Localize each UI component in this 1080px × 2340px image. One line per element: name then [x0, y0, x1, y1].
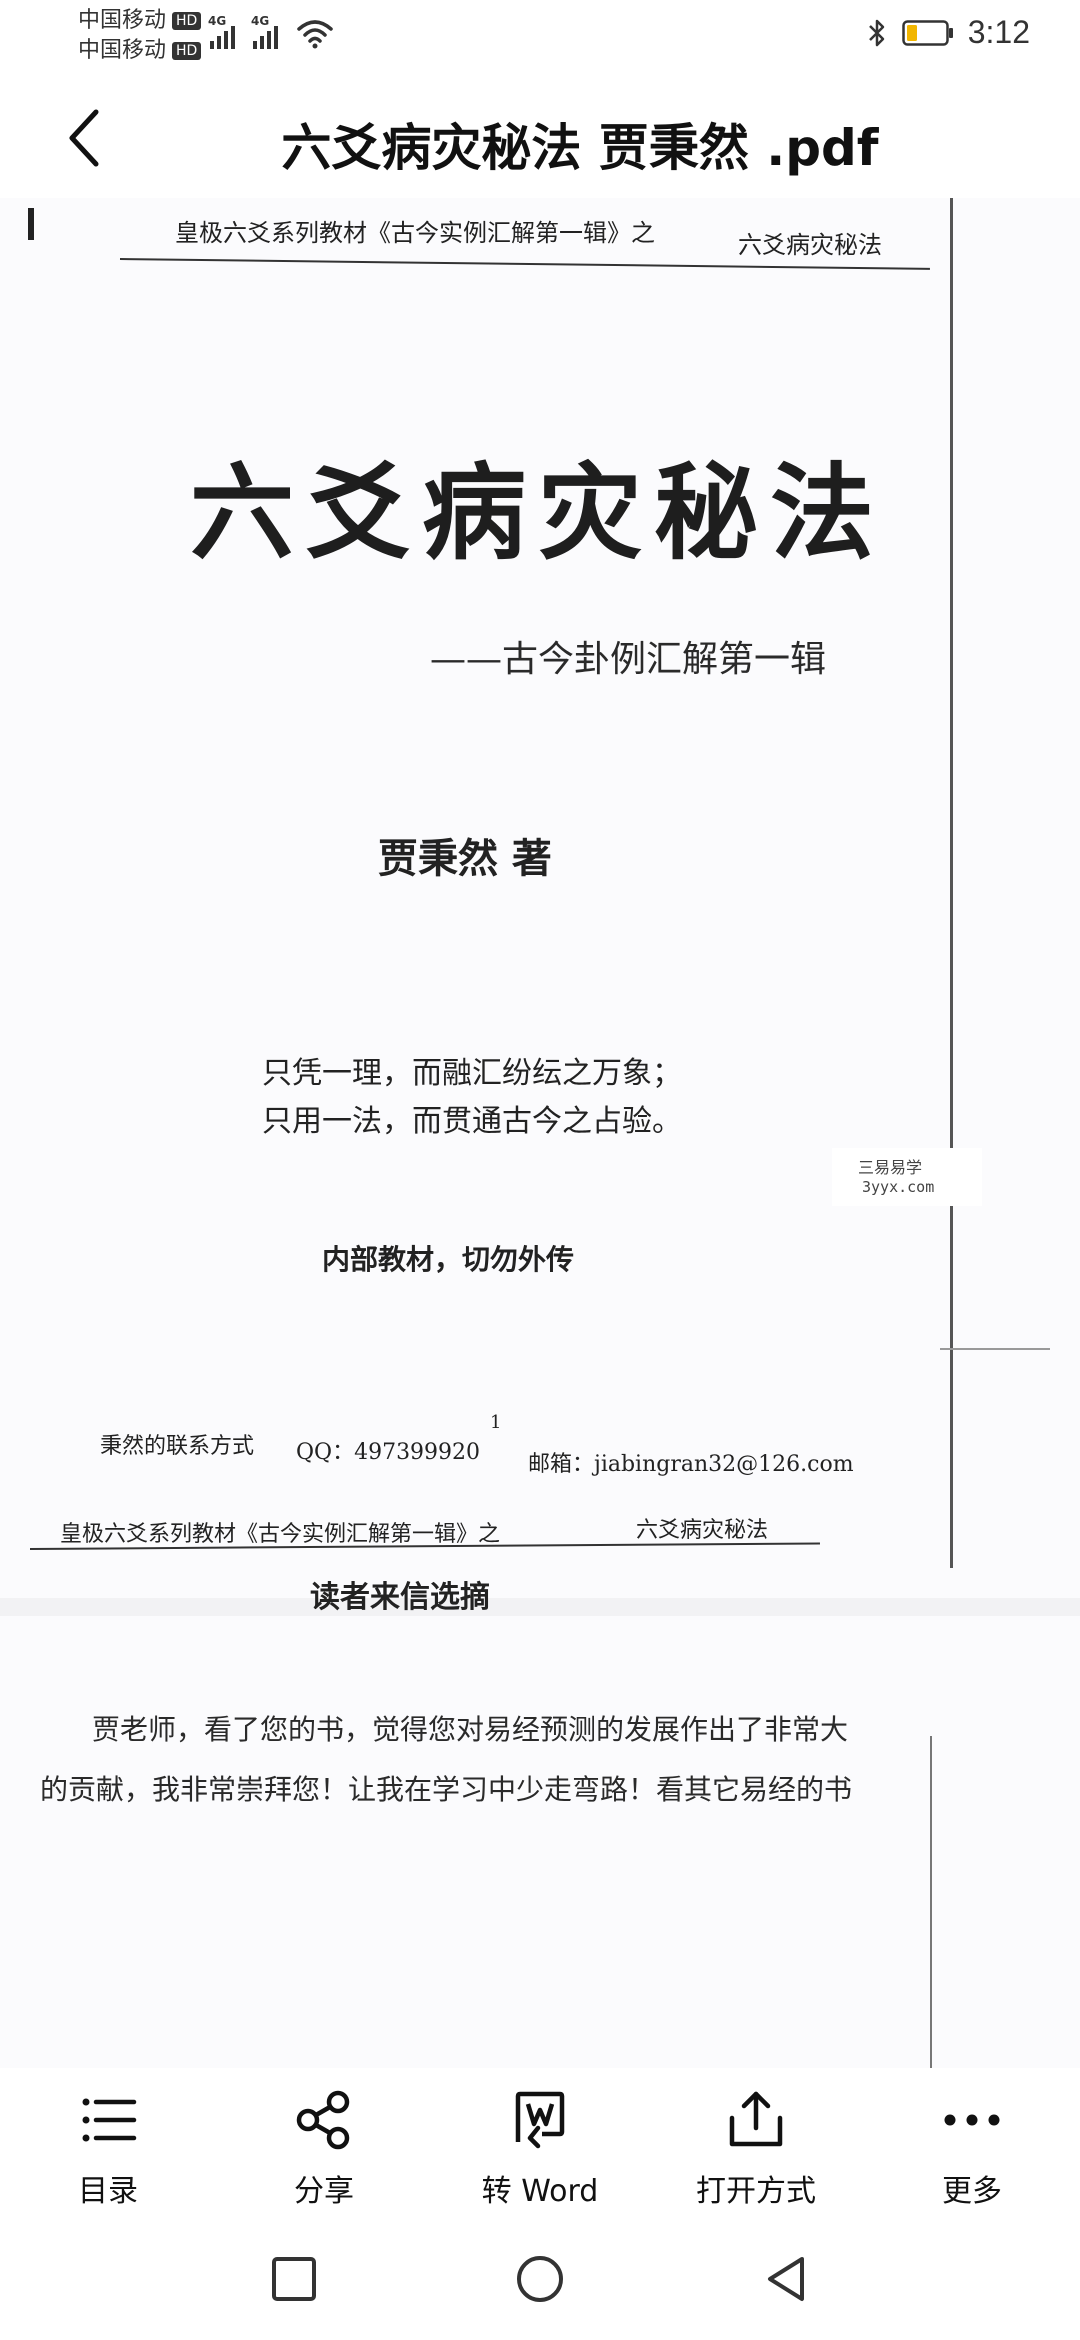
watermark: 三易易学 3yyx.com [832, 1148, 982, 1206]
system-nav-bar [0, 2218, 1080, 2340]
toolbar-more-label: 更多 [942, 2174, 1002, 2209]
network-type-1: 4G [208, 14, 227, 28]
watermark-text: 三易易学 [858, 1158, 923, 1177]
book-title: 六爻病灾秘法 [190, 451, 887, 574]
internal-note: 内部教材，切勿外传 [322, 1243, 575, 1276]
clock: 3:12 [967, 14, 1030, 50]
toolbar-to-word-button[interactable]: 转 Word [450, 2068, 630, 2210]
signal-icon-2: 4G [251, 14, 278, 49]
signal-icon-1: 4G [208, 14, 235, 49]
toolbar-contents-label: 目录 [78, 2174, 138, 2209]
carrier-info: 中国移动 HD 中国移动 HD [78, 6, 202, 66]
document-title: 六爻病灾秘法 贾秉然 .pdf [281, 119, 879, 177]
hd-badge-2: HD [172, 42, 202, 60]
hd-badge: HD [172, 12, 202, 30]
pdf-page-2: 皇极六爻系列教材《古今实例汇解第一辑》之 六爻病灾秘法 读者来信选摘 贾老师，看… [0, 1518, 1080, 2068]
page2-paragraph-line-1: 贾老师，看了您的书，觉得您对易经预测的发展作出了非常大 [92, 1713, 849, 1746]
open-with-icon [729, 2091, 783, 2147]
toolbar-to-word-label: 转 Word [481, 2174, 599, 2209]
page2-section-title: 读者来信选摘 [310, 1580, 490, 1615]
pdf-page-1: 皇极六爻系列教材《古今实例汇解第一辑》之 六爻病灾秘法 六爻病灾秘法 ——古今卦… [0, 198, 1080, 1598]
list-icon [82, 2098, 137, 2142]
wifi-icon [297, 20, 333, 49]
bottom-toolbar: 目录 分享 转 Word 打开方式 更多 [0, 2068, 1080, 2218]
carrier-1: 中国移动 [78, 8, 167, 33]
page-header-right: 六爻病灾秘法 [738, 231, 882, 259]
page-edge-2 [930, 1736, 932, 2068]
page2-paragraph-line-2: 的贡献，我非常崇拜您！让我在学习中少走弯路！看其它易经的书 [40, 1773, 853, 1806]
home-icon[interactable] [512, 2251, 568, 2307]
contact-qq: QQ：497399920 [296, 1440, 481, 1465]
page-header-left: 皇极六爻系列教材《古今实例汇解第一辑》之 [175, 219, 655, 247]
book-author: 贾秉然 著 [378, 835, 552, 882]
contact-label: 秉然的联系方式 [100, 1434, 255, 1459]
page-number: 1 [490, 1412, 502, 1433]
pdf-viewer[interactable]: 皇极六爻系列教材《古今实例汇解第一辑》之 六爻病灾秘法 六爻病灾秘法 ——古今卦… [0, 198, 1080, 2068]
signal-indicators: 4G 4G [208, 14, 334, 49]
battery-icon [901, 19, 953, 46]
contact-email: 邮箱：jiabingran32@126.com [528, 1452, 854, 1477]
toolbar-open-with-label: 打开方式 [696, 2174, 816, 2209]
toolbar-more-button[interactable]: 更多 [882, 2068, 1062, 2210]
title-bar: 六爻病灾秘法 贾秉然 .pdf [0, 78, 1080, 198]
network-type-2: 4G [251, 14, 270, 28]
bluetooth-icon [868, 19, 884, 46]
page2-header-right: 六爻病灾秘法 [636, 1518, 769, 1543]
toolbar-open-with-button[interactable]: 打开方式 [666, 2068, 846, 2210]
more-icon [944, 2114, 1000, 2126]
status-bar: 中国移动 HD 中国移动 HD 4G 4G 3:12 [0, 0, 1080, 78]
back-button[interactable] [54, 106, 114, 170]
motto-line-1: 只凭一理，而融汇纷纭之万象； [262, 1056, 682, 1091]
back-nav-icon[interactable] [758, 2251, 814, 2307]
carrier-2: 中国移动 [78, 38, 167, 63]
word-icon [515, 2091, 565, 2149]
scan-mark [28, 208, 34, 240]
toolbar-share-label: 分享 [294, 2174, 354, 2209]
watermark-url: 3yyx.com [862, 1178, 935, 1196]
page2-header-left: 皇极六爻系列教材《古今实例汇解第一辑》之 [60, 1522, 501, 1547]
scan-artifact-line [940, 1348, 1050, 1350]
page-edge [950, 198, 953, 1568]
motto-line-2: 只用一法，而贯通古今之占验。 [262, 1104, 682, 1139]
share-icon [296, 2090, 350, 2150]
back-arrow-icon [69, 109, 99, 167]
toolbar-share-button[interactable]: 分享 [234, 2068, 414, 2210]
toolbar-contents-button[interactable]: 目录 [18, 2068, 198, 2210]
recent-apps-icon[interactable] [266, 2251, 322, 2307]
book-subtitle: ——古今卦例汇解第一辑 [430, 639, 827, 680]
status-right: 3:12 [866, 14, 1030, 51]
